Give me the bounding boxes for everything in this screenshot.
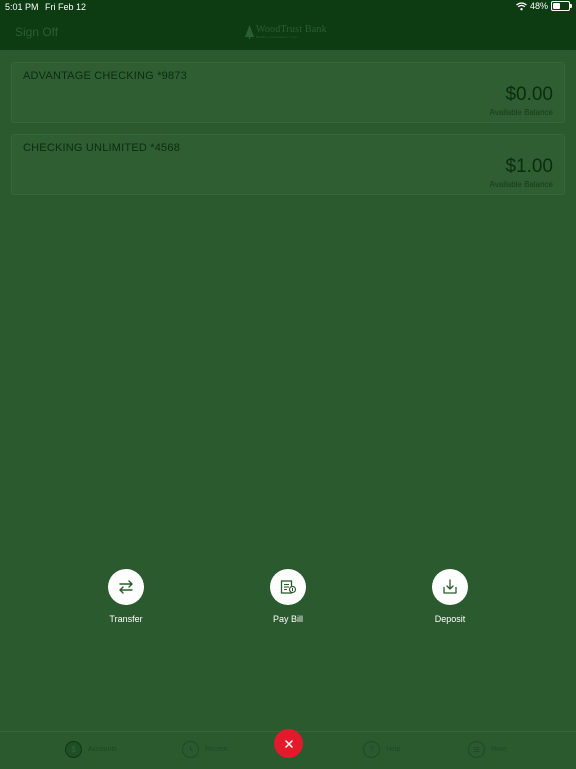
status-bar: 5:01 PM Fri Feb 12 48% (0, 0, 576, 14)
sign-off-button[interactable]: Sign Off (15, 25, 58, 39)
battery-icon (551, 1, 572, 11)
menu-lines-icon (468, 741, 485, 758)
account-balance: $1.00 (505, 156, 553, 177)
app-header: Sign Off WoodTrust Bank Banking | Invest… (0, 14, 576, 50)
logo-name: WoodTrust Bank (256, 24, 327, 35)
status-right: 48% (516, 1, 572, 11)
question-icon: ? (363, 741, 380, 758)
account-card-advantage-checking[interactable]: ADVANTAGE CHECKING *9873 $0.00 Available… (11, 62, 565, 123)
deposit-button[interactable]: Deposit (410, 569, 490, 624)
tab-accounts-label: Accounts (88, 746, 117, 753)
account-balance: $0.00 (505, 84, 553, 105)
status-time: 5:01 PM (5, 2, 39, 12)
tab-help[interactable]: ? Help (363, 741, 400, 758)
clock-icon (182, 741, 199, 758)
tree-icon (245, 24, 254, 39)
tab-accounts[interactable]: $ Accounts (65, 741, 117, 758)
tab-more[interactable]: More (468, 741, 507, 758)
pay-bill-label: Pay Bill (272, 614, 303, 624)
transfer-button[interactable]: Transfer (86, 569, 166, 624)
logo-tagline: Banking | Investments | Trust (256, 35, 297, 39)
tab-more-label: More (491, 746, 507, 753)
account-name: CHECKING UNLIMITED *4568 (23, 142, 181, 154)
tab-recent[interactable]: Recent (182, 741, 227, 758)
pay-bill-button[interactable]: Pay Bill (248, 569, 328, 624)
wifi-icon (516, 1, 527, 10)
account-card-checking-unlimited[interactable]: CHECKING UNLIMITED *4568 $1.00 Available… (11, 134, 565, 195)
transfer-label: Transfer (109, 614, 143, 624)
transfer-circle[interactable] (108, 569, 144, 605)
close-button[interactable] (274, 729, 303, 758)
transfer-arrows-icon (119, 580, 133, 594)
deposit-label: Deposit (434, 614, 466, 624)
tab-recent-label: Recent (205, 746, 228, 753)
bill-icon (280, 580, 297, 594)
download-tray-icon (443, 579, 457, 594)
bank-logo: WoodTrust Bank Banking | Investments | T… (245, 24, 327, 39)
dollar-icon: $ (65, 741, 82, 758)
account-name: ADVANTAGE CHECKING *9873 (23, 70, 187, 82)
battery-percent: 48% (529, 1, 548, 11)
tab-help-label: Help (386, 746, 401, 753)
status-date: Fri Feb 12 (45, 2, 87, 12)
available-balance-label: Available Balance (489, 108, 553, 117)
deposit-circle[interactable] (432, 569, 468, 605)
available-balance-label: Available Balance (489, 180, 553, 189)
close-icon (284, 739, 293, 748)
pay-bill-circle[interactable] (270, 569, 306, 605)
